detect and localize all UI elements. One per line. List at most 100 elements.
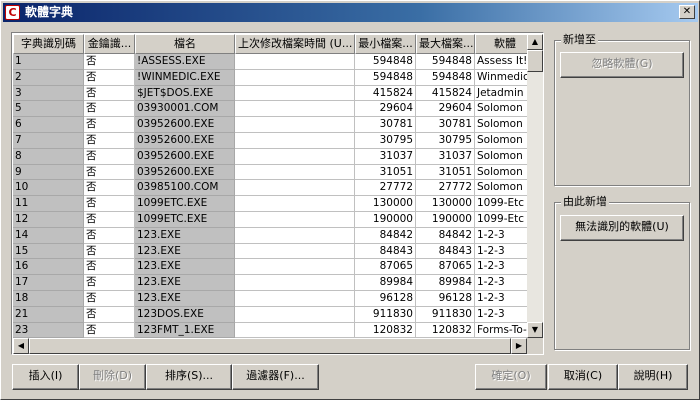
table-cell[interactable]: 27772 — [355, 180, 416, 197]
table-cell[interactable]: 30795 — [355, 133, 416, 149]
table-cell[interactable] — [235, 275, 355, 291]
table-cell[interactable]: 130000 — [416, 196, 475, 212]
table-cell[interactable]: 1099ETC.EXE — [135, 212, 235, 228]
table-cell[interactable]: 03985100.COM — [135, 180, 235, 197]
table-cell[interactable]: 84842 — [355, 227, 416, 244]
table-cell[interactable]: 123.EXE — [135, 291, 235, 307]
table-cell[interactable]: 415824 — [416, 85, 475, 102]
table-row[interactable]: 10 否 03985100.COM 27772 27772 Solomon — [13, 180, 527, 197]
table-cell[interactable]: 3 — [13, 85, 84, 102]
table-row[interactable]: 7 否 03952600.EXE 30795 30795 Solomon — [13, 133, 527, 149]
table-cell[interactable] — [235, 243, 355, 260]
column-header-6[interactable]: 軟體 — [475, 34, 527, 54]
table-cell[interactable]: 03952600.EXE — [135, 133, 235, 149]
table-cell[interactable]: 190000 — [416, 212, 475, 228]
table-cell[interactable]: 1099-Etc — [475, 212, 527, 228]
table-cell[interactable]: Solomon — [475, 149, 527, 165]
table-cell[interactable]: 03952600.EXE — [135, 164, 235, 181]
table-cell[interactable]: 96128 — [416, 291, 475, 307]
table-cell[interactable]: 否 — [84, 259, 135, 276]
table-cell[interactable] — [235, 180, 355, 197]
table-row[interactable]: 17 否 123.EXE 89984 89984 1-2-3 — [13, 275, 527, 291]
unrecognized-software-button[interactable]: 無法識別的軟體(U) — [560, 215, 684, 241]
table-cell[interactable]: 否 — [84, 212, 135, 228]
table-cell[interactable]: 84843 — [355, 243, 416, 260]
table-cell[interactable]: 16 — [13, 259, 84, 276]
ignore-software-button[interactable]: 忽略軟體(G) — [560, 52, 684, 78]
table-cell[interactable]: 2 — [13, 69, 84, 86]
table-cell[interactable] — [235, 227, 355, 244]
insert-button[interactable]: 插入(I) — [12, 364, 79, 390]
table-cell[interactable]: 120832 — [355, 322, 416, 338]
table-cell[interactable]: 30781 — [355, 117, 416, 133]
table-cell[interactable]: 594848 — [355, 54, 416, 70]
table-cell[interactable]: 03952600.EXE — [135, 117, 235, 133]
table-cell[interactable] — [235, 306, 355, 323]
table-cell[interactable]: 29604 — [416, 101, 475, 118]
table-cell[interactable]: 1-2-3 — [475, 259, 527, 276]
table-cell[interactable]: 5 — [13, 101, 84, 118]
table-row[interactable]: 12 否 1099ETC.EXE 190000 190000 1099-Etc — [13, 212, 527, 228]
table-row[interactable]: 15 否 123.EXE 84843 84843 1-2-3 — [13, 243, 527, 260]
table-cell[interactable]: 否 — [84, 322, 135, 338]
table-cell[interactable]: 96128 — [355, 291, 416, 307]
column-header-1[interactable]: 金鑰識... — [84, 34, 135, 54]
table-cell[interactable]: 否 — [84, 227, 135, 244]
vertical-scroll-thumb[interactable] — [527, 50, 543, 72]
table-cell[interactable]: 84842 — [416, 227, 475, 244]
table-cell[interactable]: 1-2-3 — [475, 228, 527, 244]
table-cell[interactable]: 190000 — [355, 212, 416, 228]
table-cell[interactable]: 594848 — [416, 54, 475, 70]
table-cell[interactable]: 87065 — [416, 259, 475, 276]
table-cell[interactable]: 1099-Etc — [475, 196, 527, 212]
table-cell[interactable]: 否 — [84, 101, 135, 118]
table-cell[interactable]: 6 — [13, 117, 84, 133]
table-cell[interactable]: Solomon — [475, 101, 527, 118]
table-cell[interactable]: 27772 — [416, 180, 475, 197]
ok-button[interactable]: 確定(O) — [475, 364, 547, 390]
table-cell[interactable]: !WINMEDIC.EXE — [135, 69, 235, 86]
table-cell[interactable]: 7 — [13, 133, 84, 149]
table-cell[interactable] — [235, 133, 355, 149]
table-cell[interactable]: Forms-To-Go — [475, 323, 527, 338]
table-cell[interactable]: 否 — [84, 85, 135, 102]
table-cell[interactable]: 30781 — [416, 117, 475, 133]
table-cell[interactable]: 123.EXE — [135, 243, 235, 260]
table-cell[interactable]: 123.EXE — [135, 227, 235, 244]
table-cell[interactable]: Jetadmin — [475, 86, 527, 102]
table-cell[interactable]: 否 — [84, 180, 135, 197]
table-cell[interactable] — [235, 322, 355, 338]
table-cell[interactable]: 415824 — [355, 85, 416, 102]
scroll-up-icon[interactable]: ▲ — [527, 34, 543, 50]
table-cell[interactable]: 1099ETC.EXE — [135, 196, 235, 212]
table-cell[interactable]: 否 — [84, 69, 135, 86]
table-cell[interactable]: 否 — [84, 148, 135, 165]
column-header-3[interactable]: 上次修改檔案時間 (U... — [235, 34, 355, 54]
table-row[interactable]: 6 否 03952600.EXE 30781 30781 Solomon — [13, 117, 527, 133]
table-cell[interactable]: 否 — [84, 133, 135, 149]
table-row[interactable]: 9 否 03952600.EXE 31051 31051 Solomon — [13, 164, 527, 181]
table-cell[interactable]: 31051 — [355, 164, 416, 181]
table-row[interactable]: 1 否 !ASSESS.EXE 594848 594848 Assess It! — [13, 54, 527, 70]
title-bar[interactable]: C 軟體字典 ✕ — [3, 3, 698, 22]
table-cell[interactable]: Solomon — [475, 117, 527, 133]
table-row[interactable]: 21 否 123DOS.EXE 911830 911830 1-2-3 — [13, 306, 527, 323]
table-cell[interactable]: 1-2-3 — [475, 291, 527, 307]
table-row[interactable]: 8 否 03952600.EXE 31037 31037 Solomon — [13, 148, 527, 165]
table-cell[interactable]: 否 — [84, 306, 135, 323]
scroll-down-icon[interactable]: ▼ — [527, 322, 543, 338]
table-cell[interactable]: 21 — [13, 306, 84, 323]
table-cell[interactable]: 10 — [13, 180, 84, 197]
column-header-4[interactable]: 最小檔案... — [355, 34, 416, 54]
table-cell[interactable]: 否 — [84, 291, 135, 307]
column-header-0[interactable]: 字典識別碼 — [13, 34, 84, 54]
table-row[interactable]: 2否!WINMEDIC.EXE594848594848Winmedic! — [13, 69, 527, 86]
table-cell[interactable]: $JET$DOS.EXE — [135, 85, 235, 102]
table-cell[interactable]: 89984 — [355, 275, 416, 291]
table-cell[interactable]: 否 — [84, 117, 135, 133]
table-row[interactable]: 18 否 123.EXE 96128 96128 1-2-3 — [13, 291, 527, 307]
close-button[interactable]: ✕ — [679, 5, 695, 19]
table-cell[interactable]: 18 — [13, 291, 84, 307]
column-header-5[interactable]: 最大檔案... — [416, 34, 475, 54]
table-cell[interactable]: 11 — [13, 196, 84, 212]
